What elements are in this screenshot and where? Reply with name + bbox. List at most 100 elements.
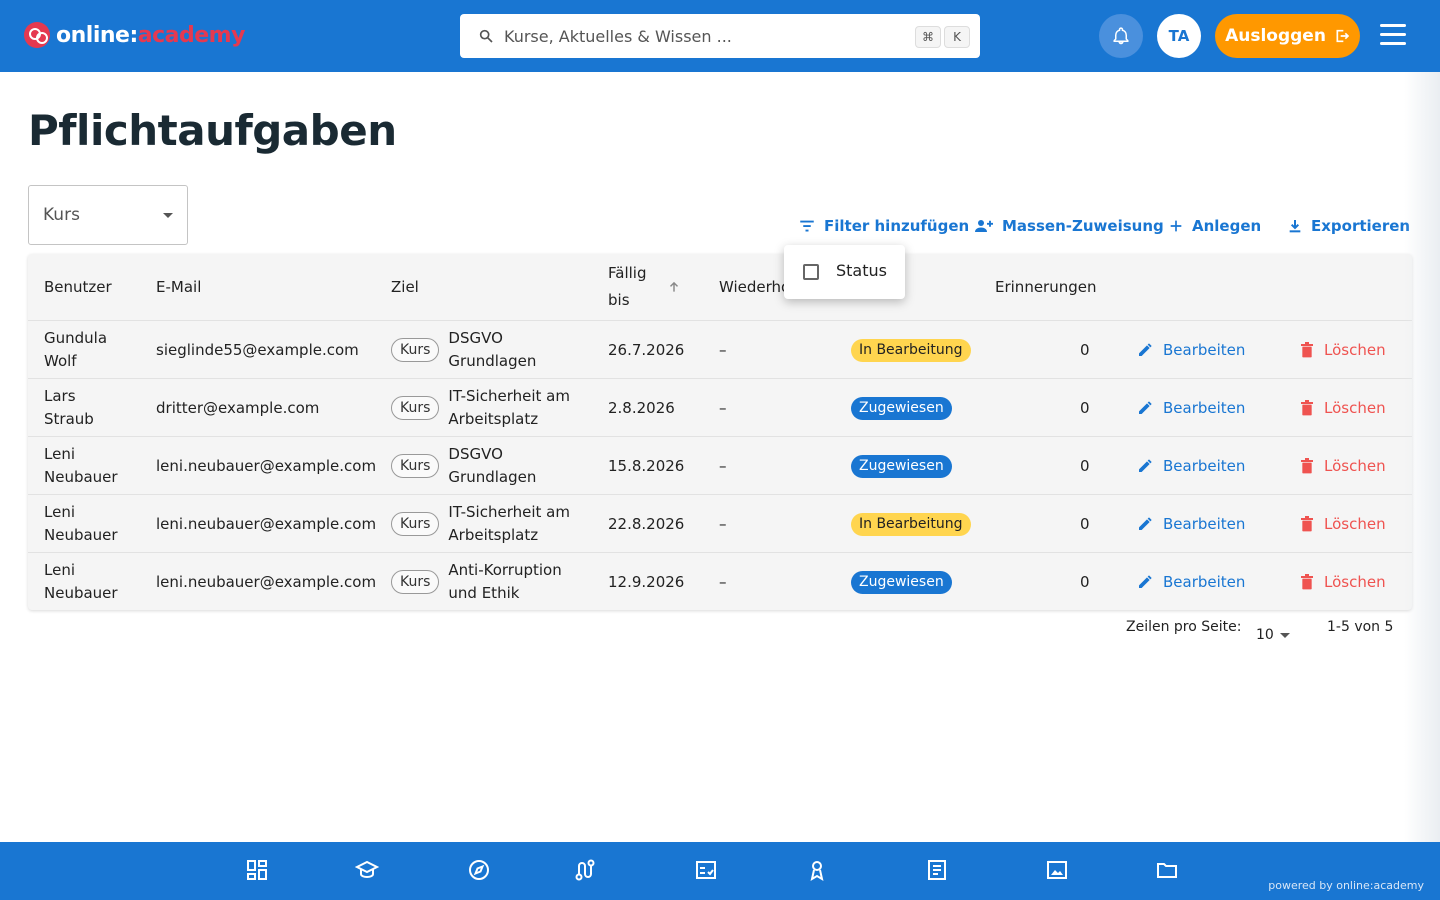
cell-email: leni.neubauer@example.com <box>156 456 377 475</box>
page-title: Pflichtaufgaben <box>28 106 397 155</box>
folder-icon[interactable] <box>1155 858 1179 882</box>
edit-label: Bearbeiten <box>1163 457 1246 475</box>
search-box[interactable]: ⌘ K <box>460 14 980 58</box>
cell-delete: Löschen <box>1300 495 1386 553</box>
top-bar: online:academy ⌘ K TA Ausloggen <box>0 0 1440 72</box>
edit-button[interactable]: Bearbeiten <box>1137 341 1245 359</box>
cell-goal: Kurs IT-Sicherheit am Arbeitsplatz <box>391 379 570 437</box>
hamburger-menu-icon[interactable] <box>1380 24 1410 48</box>
mass-assign-button[interactable]: Massen-Zuweisung <box>974 214 1164 238</box>
column-header-due-line2: bis <box>608 291 630 309</box>
column-header-goal[interactable]: Ziel <box>391 254 419 320</box>
graduation-cap-icon[interactable] <box>355 858 379 882</box>
image-icon[interactable] <box>1045 858 1069 882</box>
user-last-name: Neubauer <box>44 468 118 486</box>
logo[interactable]: online:academy <box>24 20 245 50</box>
notifications-button[interactable] <box>1099 14 1143 58</box>
user-last-name: Neubauer <box>44 526 118 544</box>
status-option-label[interactable]: Status <box>836 261 887 280</box>
cell-delete: Löschen <box>1300 379 1386 437</box>
kurs-select[interactable]: Kurs <box>28 185 188 245</box>
column-header-email[interactable]: E-Mail <box>156 254 201 320</box>
trash-icon <box>1301 342 1313 358</box>
user-first-name: Leni <box>44 445 75 463</box>
logout-button[interactable]: Ausloggen <box>1215 14 1360 58</box>
cell-delete: Löschen <box>1300 553 1386 611</box>
edit-label: Bearbeiten <box>1163 515 1246 533</box>
type-chip: Kurs <box>391 396 440 420</box>
create-label: Anlegen <box>1192 217 1262 235</box>
type-chip: Kurs <box>391 512 440 536</box>
status-checkbox[interactable] <box>803 264 819 280</box>
cell-edit: Bearbeiten <box>1137 553 1245 611</box>
status-badge: In Bearbeitung <box>851 512 971 536</box>
export-button[interactable]: Exportieren <box>1287 214 1410 238</box>
create-button[interactable]: Anlegen <box>1168 214 1261 238</box>
cell-user: Gundula Wolf <box>44 321 107 379</box>
user-first-name: Leni <box>44 503 75 521</box>
pencil-icon <box>1139 517 1152 530</box>
delete-button[interactable]: Löschen <box>1300 399 1386 417</box>
table-row: Lars Straub dritter@example.com Kurs IT-Sich… <box>28 378 1412 436</box>
column-header-due[interactable]: Fällig bis <box>608 254 646 320</box>
goal-title: DSGVO Grundlagen <box>448 443 536 489</box>
cell-reminders: 0 <box>1080 398 1090 417</box>
sort-arrow-up-icon[interactable] <box>667 280 681 294</box>
cell-due: 26.7.2026 <box>608 340 685 359</box>
cell-email: dritter@example.com <box>156 398 320 417</box>
goal-title-line2: Arbeitsplatz <box>448 526 539 544</box>
person-add-icon <box>975 220 993 232</box>
status-badge: Zugewiesen <box>851 396 952 420</box>
powered-by: powered by online:academy <box>1268 879 1424 892</box>
delete-label: Löschen <box>1324 515 1386 533</box>
edit-button[interactable]: Bearbeiten <box>1137 399 1245 417</box>
dashboard-icon[interactable] <box>245 858 269 882</box>
column-header-due-line1: Fällig <box>608 264 647 282</box>
cell-reminders: 0 <box>1080 340 1090 359</box>
search-input[interactable] <box>504 14 904 58</box>
cell-goal: Kurs IT-Sicherheit am Arbeitsplatz <box>391 495 570 553</box>
avatar[interactable]: TA <box>1157 14 1201 58</box>
kurs-select-label: Kurs <box>43 205 80 225</box>
goal-title-line2: Arbeitsplatz <box>448 410 539 428</box>
cell-user: Leni Neubauer <box>44 553 118 611</box>
cell-status: In Bearbeitung <box>851 495 971 553</box>
column-header-reminders[interactable]: Erinnerungen <box>995 254 1097 320</box>
delete-button[interactable]: Löschen <box>1300 341 1386 359</box>
trash-icon <box>1301 458 1313 474</box>
column-header-repeat[interactable]: Wiederho <box>719 254 790 320</box>
download-icon <box>1289 220 1301 233</box>
delete-button[interactable]: Löschen <box>1300 457 1386 475</box>
cell-repeat: – <box>719 456 727 475</box>
rows-per-page-select[interactable]: 10 <box>1256 627 1290 643</box>
column-header-user[interactable]: Benutzer <box>44 254 112 320</box>
checklist-icon[interactable] <box>694 858 718 882</box>
article-icon[interactable] <box>925 858 949 882</box>
cell-due: 15.8.2026 <box>608 456 685 475</box>
pencil-icon <box>1139 401 1152 414</box>
cell-status: Zugewiesen <box>851 553 952 611</box>
cell-reminders: 0 <box>1080 572 1090 591</box>
goal-title: IT-Sicherheit am Arbeitsplatz <box>448 501 570 547</box>
delete-label: Löschen <box>1324 341 1386 359</box>
cell-repeat: – <box>719 398 727 417</box>
cell-edit: Bearbeiten <box>1137 321 1245 379</box>
edit-button[interactable]: Bearbeiten <box>1137 515 1245 533</box>
cell-edit: Bearbeiten <box>1137 379 1245 437</box>
logout-icon <box>1336 29 1350 43</box>
edit-button[interactable]: Bearbeiten <box>1137 457 1245 475</box>
add-filter-button[interactable]: Filter hinzufügen <box>798 214 969 238</box>
status-badge: In Bearbeitung <box>851 338 971 362</box>
edit-label: Bearbeiten <box>1163 573 1246 591</box>
route-icon[interactable] <box>573 858 597 882</box>
trash-icon <box>1301 400 1313 416</box>
award-icon[interactable] <box>805 858 829 882</box>
cell-repeat: – <box>719 572 727 591</box>
compass-icon[interactable] <box>467 858 491 882</box>
cell-due: 2.8.2026 <box>608 398 675 417</box>
delete-button[interactable]: Löschen <box>1300 573 1386 591</box>
cell-delete: Löschen <box>1300 321 1386 379</box>
goal-title: Anti-Korruption und Ethik <box>448 559 561 605</box>
delete-button[interactable]: Löschen <box>1300 515 1386 533</box>
edit-button[interactable]: Bearbeiten <box>1137 573 1245 591</box>
